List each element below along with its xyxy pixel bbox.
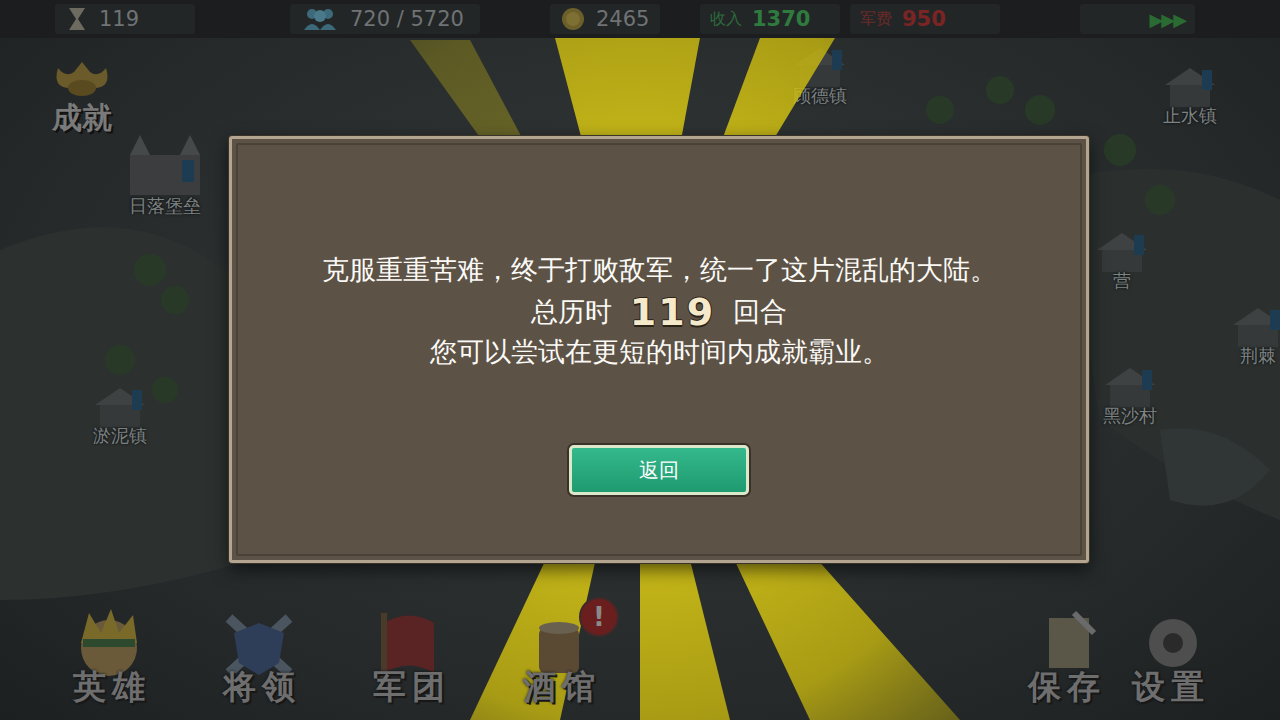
hourglass-icon [65,6,89,32]
location-name: 止水镇 [1163,104,1217,128]
map-location[interactable]: 黑沙村 [1100,360,1160,428]
duration-label: 总历时 [531,295,612,329]
turn-count: 119 [99,7,139,31]
turn-total: 119 [630,295,715,329]
map-location[interactable]: 止水镇 [1160,60,1220,128]
town-icon [1100,360,1160,410]
town-icon [120,130,210,200]
system-menu: 保存设置 [1012,603,1220,710]
income-label: 收入 [710,9,742,30]
hint-message: 您可以尝试在更短的时间内成就霸业。 [430,335,889,369]
expense-label: 军费 [860,9,892,30]
expense: 950 [902,7,946,31]
menu-label: 将领 [217,665,301,710]
victory-dialog: 克服重重苦难，终于打败敌军，统一了这片混乱的大陆。总历时 119 回合您可以尝试在更… [229,136,1089,563]
stat-segment: ▶▶▶ [1080,4,1195,34]
map-location[interactable]: 日落堡垒 [120,130,210,218]
location-name: 淤泥镇 [93,424,147,448]
location-name: 荆棘 [1240,344,1276,368]
stat-segment: 720 / 5720 [290,4,480,34]
map-location[interactable]: 营 [1092,225,1152,293]
return-button[interactable]: 返回 [569,445,749,495]
menu-button[interactable]: 酒馆! [495,603,623,710]
location-name: 黑沙村 [1103,404,1157,428]
population-icon [300,6,340,32]
menu-label: 设置 [1126,665,1210,710]
gold: 2465 [596,7,649,31]
town-icon [1160,60,1220,110]
menu-label: 英雄 [67,665,151,710]
top-bar: 119 720 / 5720 2465 收入 1370 军费 950 ▶▶▶ [0,0,1280,38]
duration-line: 总历时 119 回合 [531,295,787,329]
location-name: 营 [1113,269,1131,293]
population: 720 / 5720 [350,7,464,31]
income: 1370 [752,7,810,31]
menu-button[interactable]: 军团 [345,603,473,710]
coin-icon [560,6,586,32]
achievement-button[interactable]: 成就 [50,58,114,139]
alert-badge: ! [579,597,619,637]
achievement-label: 成就 [52,98,112,139]
location-name: 日落堡垒 [129,194,201,218]
system-button[interactable]: 保存 [1012,603,1116,710]
main-menu: 英雄 将领 军团酒馆! [45,603,623,710]
stat-segment: 军费 950 [850,4,1000,34]
town-icon [1092,225,1152,275]
speed-button[interactable]: ▶▶▶ [1149,9,1185,30]
map-location[interactable]: 淤泥镇 [90,380,150,448]
stat-segment: 2465 [550,4,660,34]
stat-segment: 119 [55,4,195,34]
menu-button[interactable]: 将领 [195,603,323,710]
town-icon [90,380,150,430]
stat-segment: 收入 1370 [700,4,840,34]
town-icon [1228,300,1280,350]
menu-button[interactable]: 英雄 [45,603,173,710]
victory-message: 克服重重苦难，终于打败敌军，统一了这片混乱的大陆。 [322,253,997,287]
menu-label: 保存 [1022,665,1106,710]
turns-unit: 回合 [733,295,787,329]
menu-label: 军团 [367,665,451,710]
menu-label: 酒馆 [517,665,601,710]
system-button[interactable]: 设置 [1116,603,1220,710]
map-location[interactable]: 荆棘 [1228,300,1280,368]
bottom-menu: 英雄 将领 军团酒馆! 保存设置 [0,603,1280,720]
